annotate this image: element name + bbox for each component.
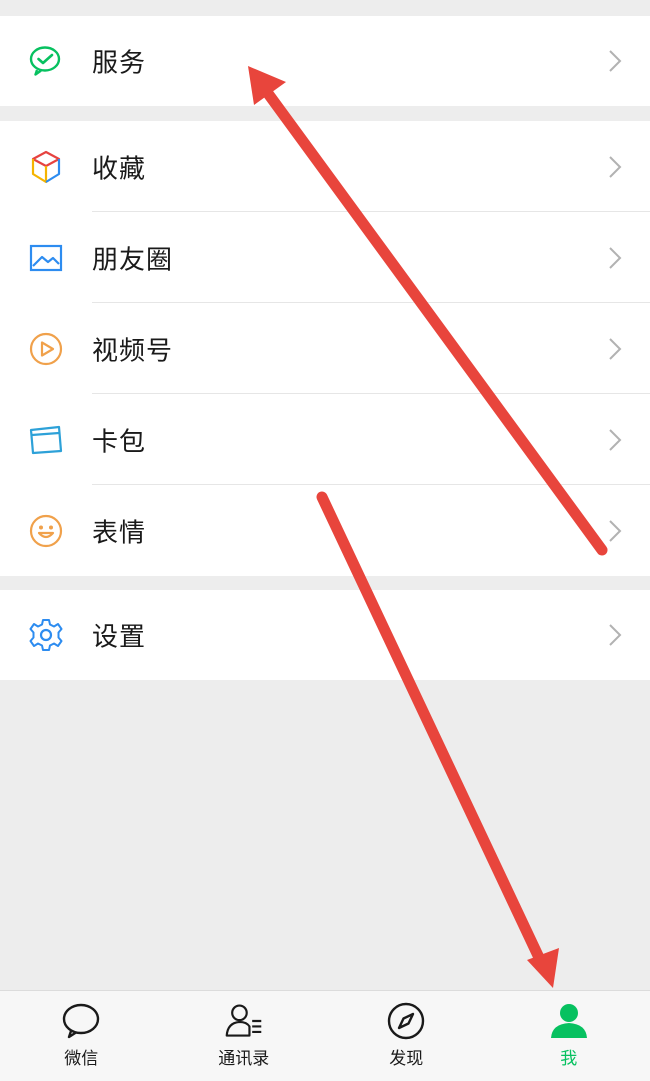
settings-group: 设置 [0,590,650,680]
bottom-tab-bar: 微信 通讯录 发现 我 [0,990,650,1081]
chat-bubble-icon [61,1001,101,1041]
tab-contacts[interactable]: 通讯录 [163,991,326,1081]
tab-discover[interactable]: 发现 [325,991,488,1081]
chevron-right-icon [608,155,622,179]
tab-label-chats: 微信 [64,1044,98,1069]
menu-item-moments[interactable]: 朋友圈 [0,212,650,303]
chevron-right-icon [608,337,622,361]
chevron-right-icon [608,519,622,543]
menu-item-channels[interactable]: 视频号 [0,303,650,394]
compass-icon [386,1001,426,1041]
service-group: 服务 [0,16,650,106]
card-wallet-icon [28,422,64,458]
tab-label-me: 我 [560,1044,577,1069]
menu-label-card-wallet: 卡包 [92,421,146,458]
tab-me[interactable]: 我 [488,991,650,1081]
features-group: 收藏 朋友圈 视频号 卡包 [0,121,650,576]
gear-icon [28,617,64,653]
chevron-right-icon [608,428,622,452]
menu-label-settings: 设置 [92,617,146,654]
tab-label-discover: 发现 [389,1044,423,1069]
chevron-right-icon [608,246,622,270]
tab-chats[interactable]: 微信 [0,991,163,1081]
contacts-icon [224,1001,264,1041]
menu-label-moments: 朋友圈 [92,239,173,276]
menu-label-favorites: 收藏 [92,148,146,185]
menu-item-stickers[interactable]: 表情 [0,485,650,576]
favorites-cube-icon [28,149,64,185]
menu-label-channels: 视频号 [92,330,173,367]
menu-item-service[interactable]: 服务 [0,16,650,106]
tab-label-contacts: 通讯录 [218,1044,269,1069]
menu-item-card-wallet[interactable]: 卡包 [0,394,650,485]
wechat-pay-icon [28,43,64,79]
chevron-right-icon [608,623,622,647]
menu-label-stickers: 表情 [92,512,146,549]
channels-play-icon [28,331,64,367]
person-icon [549,1001,589,1041]
chevron-right-icon [608,49,622,73]
menu-label-service: 服务 [92,43,146,80]
menu-item-settings[interactable]: 设置 [0,590,650,680]
moments-image-icon [28,240,64,276]
smiley-icon [28,513,64,549]
menu-item-favorites[interactable]: 收藏 [0,121,650,212]
